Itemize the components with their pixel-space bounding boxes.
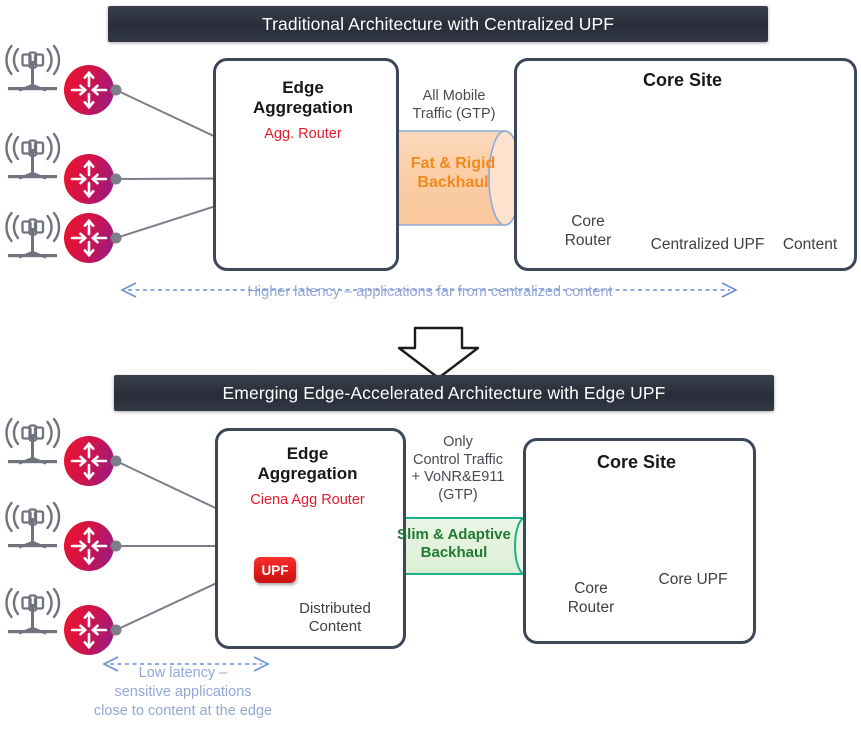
core-site-title-top: Core Site	[642, 70, 723, 90]
control-traffic-line1: Only	[443, 434, 473, 450]
cell-tower-icon	[5, 132, 61, 180]
cell-tower-icon	[5, 44, 61, 92]
cell-tower-icon	[5, 417, 61, 465]
ciena-agg-router-label: Ciena Agg Router	[250, 492, 365, 508]
core-router-line2-bottom: Router	[567, 598, 615, 616]
distributed-content-line1: Distributed	[299, 600, 371, 617]
core-upf-label: Core UPF	[658, 571, 728, 588]
router-node-icon[interactable]	[64, 213, 122, 263]
core-router-line1-bottom: Core	[574, 580, 608, 597]
router-node-icon[interactable]	[64, 436, 122, 486]
low-latency-line1: Low latency –	[138, 665, 228, 681]
cell-tower-icon	[5, 587, 61, 635]
distributed-content-line2: Content	[308, 618, 362, 636]
cell-tower-icon	[5, 211, 61, 259]
router-node-icon[interactable]	[64, 605, 122, 655]
edge-title-line2-bottom: Aggregation	[257, 463, 358, 483]
router-node-icon[interactable]	[64, 521, 122, 571]
higher-latency-note: Higher latency – applications far from c…	[247, 284, 613, 300]
low-latency-line3: close to content at the edge	[93, 702, 273, 719]
core-router-label-bottom: Core Router	[543, 580, 639, 618]
edge-title-line1-bottom: Edge	[286, 444, 329, 463]
edge-title-line1: Edge	[282, 78, 324, 97]
slim-backhaul-line1: Slim & Adaptive	[397, 526, 511, 543]
fat-rigid-backhaul-label: Fat & Rigid Backhaul	[400, 155, 506, 193]
slim-backhaul-line2: Backhaul	[420, 543, 488, 561]
low-latency-line2: sensitive applications	[114, 683, 252, 700]
edge-aggregation-title-top: Edge Aggregation	[213, 78, 393, 117]
control-traffic-label: Only Control Traffic + VoNR&E911 (GTP)	[396, 434, 520, 505]
router-node-icon[interactable]	[64, 154, 122, 204]
top-banner: Traditional Architecture with Centralize…	[108, 6, 768, 42]
core-router-line1: Core	[571, 213, 605, 230]
control-traffic-line4: (GTP)	[438, 487, 478, 504]
control-traffic-line3: + VoNR&E911	[411, 469, 505, 486]
router-node-icon[interactable]	[64, 65, 122, 115]
down-arrow-icon	[397, 326, 480, 380]
diagram-canvas: Traditional Architecture with Centralize…	[0, 0, 861, 743]
core-router-line2: Router	[564, 231, 612, 249]
all-mobile-traffic-label: All Mobile Traffic (GTP)	[393, 88, 515, 123]
cell-tower-icon	[5, 501, 61, 549]
slim-adaptive-backhaul-label: Slim & Adaptive Backhaul	[386, 526, 522, 561]
edge-title-line2: Aggregation	[252, 97, 354, 117]
core-router-label-top: Core Router	[540, 213, 636, 251]
upf-badge: UPF	[254, 557, 296, 583]
low-latency-note: Low latency – sensitive applications clo…	[18, 664, 348, 721]
bottom-banner-text: Emerging Edge-Accelerated Architecture w…	[222, 382, 666, 403]
distributed-content-label: Distributed Content	[280, 600, 390, 637]
control-traffic-line2: Control Traffic	[413, 451, 503, 468]
traffic-label-line1: All Mobile	[422, 88, 486, 104]
core-site-title-bottom: Core Site	[596, 452, 677, 472]
content-label: Content	[782, 236, 838, 253]
bottom-banner: Emerging Edge-Accelerated Architecture w…	[114, 375, 774, 411]
centralized-upf-label: Centralized UPF	[650, 236, 765, 253]
agg-router-label-top: Agg. Router	[264, 126, 342, 142]
backhaul-label-line2: Backhaul	[417, 173, 489, 191]
traffic-label-line2: Traffic (GTP)	[412, 105, 496, 122]
backhaul-label-line1: Fat & Rigid	[410, 155, 496, 172]
top-banner-text: Traditional Architecture with Centralize…	[261, 13, 615, 34]
edge-aggregation-title-bottom: Edge Aggregation	[215, 444, 400, 483]
